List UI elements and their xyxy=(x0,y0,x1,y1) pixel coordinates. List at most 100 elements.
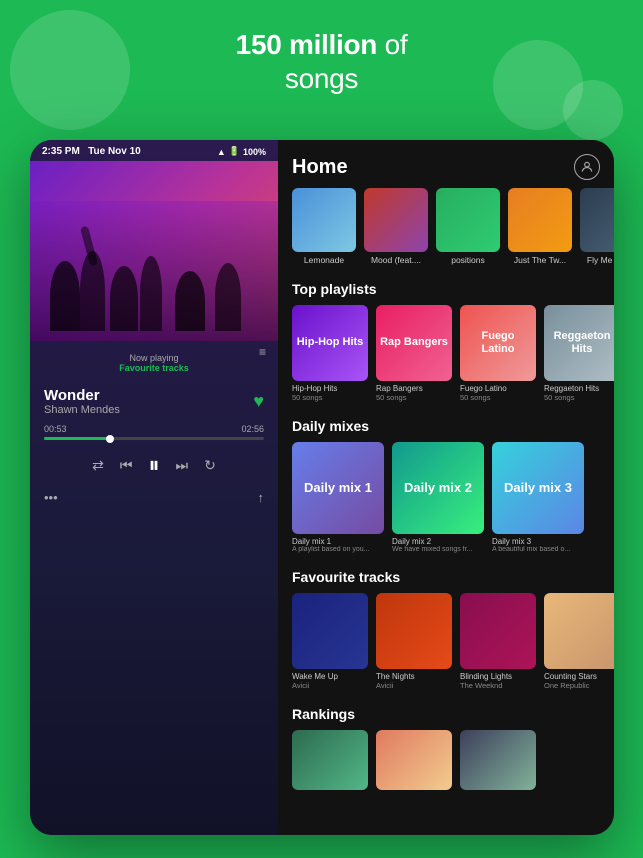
top-playlists-heading: Top playlists xyxy=(278,275,614,305)
playlist-thumb: Reggaeton Hits xyxy=(544,305,614,381)
recent-thumb xyxy=(292,188,356,252)
list-item[interactable]: Reggaeton Hits Reggaeton Hits 50 songs xyxy=(544,305,614,402)
playback-controls: ⇄ ⏮ ⏸ ⏭ ↻ xyxy=(30,444,278,486)
track-info: Wonder Shawn Mendes ♥ xyxy=(30,377,278,420)
rank-thumb xyxy=(292,730,368,790)
extra-controls: ••• ↑ xyxy=(30,486,278,513)
list-item[interactable]: Daily mix 2 Daily mix 2 We have mixed so… xyxy=(392,442,484,553)
share-button[interactable]: ↑ xyxy=(258,490,265,505)
rankings-grid xyxy=(278,730,614,800)
list-item[interactable]: Hip-Hop Hits Hip-Hop Hits 50 songs xyxy=(292,305,368,402)
playlist-thumb: Hip-Hop Hits xyxy=(292,305,368,381)
device-frame: 2:35 PM Tue Nov 10 ▲ 🔋 100% Now playing xyxy=(30,140,614,835)
fav-title: The Nights xyxy=(376,672,452,681)
progress-bar[interactable] xyxy=(44,437,264,440)
rank-thumb xyxy=(460,730,536,790)
now-playing-playlist: Favourite tracks xyxy=(30,363,278,373)
recent-tracks-scroll[interactable]: Lemonade Mood (feat.... positions Just T… xyxy=(278,188,614,275)
list-item[interactable]: The Nights Avicii xyxy=(376,593,452,690)
mix-name: Daily mix 1 xyxy=(292,537,384,546)
favourite-tracks-grid: Wake Me Up Avicii The Nights Avicii Blin… xyxy=(278,593,614,700)
recent-label: positions xyxy=(436,255,500,265)
shuffle-button[interactable]: ⇄ xyxy=(92,457,104,474)
profile-icon[interactable] xyxy=(574,154,600,180)
wifi-icon: ▲ xyxy=(217,147,226,157)
more-button[interactable]: ••• xyxy=(44,490,58,505)
recent-thumb xyxy=(580,188,614,252)
home-title: Home xyxy=(292,156,348,179)
play-pause-button[interactable]: ⏸ xyxy=(148,452,159,478)
mix-desc: A playlist based on you... xyxy=(292,546,384,553)
prev-button[interactable]: ⏮ xyxy=(120,457,133,474)
repeat-button[interactable]: ↻ xyxy=(204,457,216,474)
promo-heading: 150 million of songs xyxy=(0,0,643,95)
fav-thumb xyxy=(544,593,614,669)
album-art xyxy=(30,161,278,341)
playlist-name: Fuego Latino xyxy=(460,384,536,393)
home-header: Home xyxy=(278,140,614,188)
recent-label: Lemonade xyxy=(292,255,356,265)
recent-label: Just The Tw... xyxy=(508,255,572,265)
duration-time: 02:56 xyxy=(241,424,264,434)
list-item[interactable]: Lemonade xyxy=(292,188,356,265)
list-item[interactable]: Rap Bangers Rap Bangers 50 songs xyxy=(376,305,452,402)
fav-title: Wake Me Up xyxy=(292,672,368,681)
track-artist: Shawn Mendes xyxy=(44,404,120,416)
track-title: Wonder xyxy=(44,387,120,404)
list-item[interactable]: Fuego Latino Fuego Latino 50 songs xyxy=(460,305,536,402)
now-playing-panel: 2:35 PM Tue Nov 10 ▲ 🔋 100% Now playing xyxy=(30,140,278,835)
daily-mixes-heading: Daily mixes xyxy=(278,412,614,442)
daily-mix-thumb: Daily mix 1 xyxy=(292,442,384,534)
fav-thumb xyxy=(292,593,368,669)
heart-icon[interactable]: ♥ xyxy=(253,391,264,412)
recent-thumb xyxy=(436,188,500,252)
fav-artist: Avicii xyxy=(292,681,368,690)
daily-mixes-grid: Daily mix 1 Daily mix 1 A playlist based… xyxy=(278,442,614,563)
mix-desc: A beautiful mix based o... xyxy=(492,546,584,553)
list-item[interactable] xyxy=(376,730,452,790)
now-playing-label: Now playing xyxy=(30,353,278,363)
next-button[interactable]: ⏭ xyxy=(176,457,189,474)
playlist-songs: 50 songs xyxy=(544,393,614,402)
rankings-heading: Rankings xyxy=(278,700,614,730)
list-item[interactable]: Wake Me Up Avicii xyxy=(292,593,368,690)
list-item[interactable]: Daily mix 3 Daily mix 3 A beautiful mix … xyxy=(492,442,584,553)
list-item[interactable]: positions xyxy=(436,188,500,265)
fav-artist: The Weeknd xyxy=(460,681,536,690)
list-item[interactable] xyxy=(460,730,536,790)
progress-section: 00:53 02:56 xyxy=(30,420,278,444)
fav-thumb xyxy=(460,593,536,669)
list-item[interactable]: Counting Stars One Republic xyxy=(544,593,614,690)
fav-thumb xyxy=(376,593,452,669)
list-item[interactable]: Blinding Lights The Weeknd xyxy=(460,593,536,690)
status-time: 2:35 PM Tue Nov 10 xyxy=(42,146,141,157)
battery-icon: 🔋 xyxy=(229,146,240,157)
home-panel: Home Lemonade Mood (feat.... positions xyxy=(278,140,614,835)
list-item[interactable]: Just The Tw... xyxy=(508,188,572,265)
playlist-name: Rap Bangers xyxy=(376,384,452,393)
recent-thumb xyxy=(364,188,428,252)
recent-label: Fly Me To T... xyxy=(580,255,614,265)
list-item[interactable]: Mood (feat.... xyxy=(364,188,428,265)
playlist-thumb: Fuego Latino xyxy=(460,305,536,381)
progress-fill xyxy=(44,437,110,440)
playlist-name: Hip-Hop Hits xyxy=(292,384,368,393)
fav-title: Counting Stars xyxy=(544,672,614,681)
recent-thumb xyxy=(508,188,572,252)
fav-artist: One Republic xyxy=(544,681,614,690)
fav-artist: Avicii xyxy=(376,681,452,690)
list-item[interactable] xyxy=(292,730,368,790)
status-bar: 2:35 PM Tue Nov 10 ▲ 🔋 100% xyxy=(30,140,278,161)
fav-title: Blinding Lights xyxy=(460,672,536,681)
daily-mix-thumb: Daily mix 2 xyxy=(392,442,484,534)
mix-desc: We have mixed songs fr... xyxy=(392,546,484,553)
list-item[interactable]: Daily mix 1 Daily mix 1 A playlist based… xyxy=(292,442,384,553)
list-item[interactable]: Fly Me To T... xyxy=(580,188,614,265)
playlist-thumb: Rap Bangers xyxy=(376,305,452,381)
rank-thumb xyxy=(376,730,452,790)
mix-name: Daily mix 3 xyxy=(492,537,584,546)
filter-icon[interactable]: ≡ xyxy=(259,345,266,359)
recent-label: Mood (feat.... xyxy=(364,255,428,265)
playlist-name: Reggaeton Hits xyxy=(544,384,614,393)
mix-name: Daily mix 2 xyxy=(392,537,484,546)
